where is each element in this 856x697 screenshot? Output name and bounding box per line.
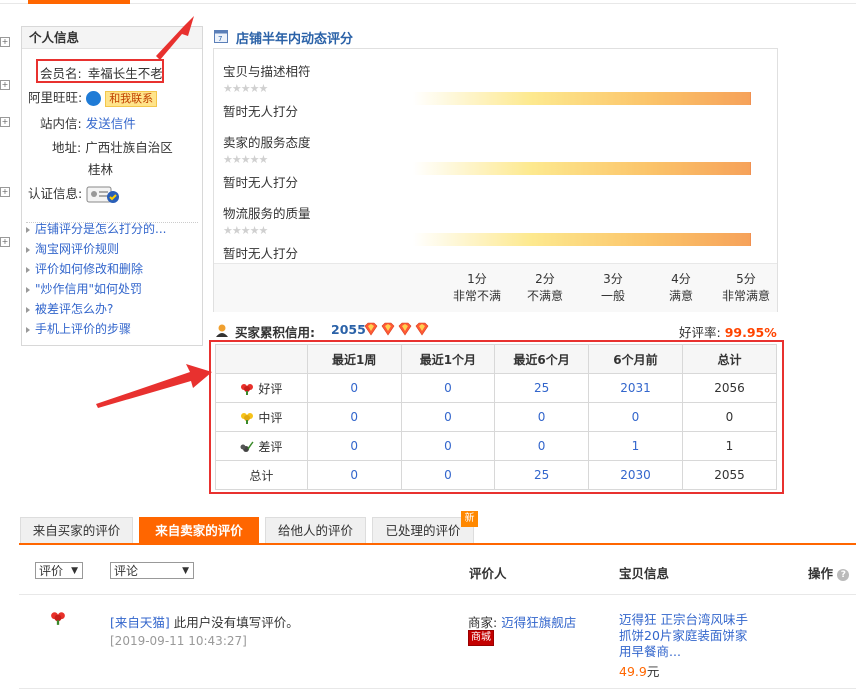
tab-given-to-others[interactable]: 给他人的评价 [265, 517, 366, 543]
tabs-underline [19, 543, 856, 545]
divider [19, 594, 856, 595]
help-icon[interactable]: ? [837, 568, 850, 581]
new-badge: 新 [461, 511, 478, 527]
dropdown-arrow-icon: ▼ [71, 566, 78, 576]
review-content: [来自天猫] 此用户没有填写评价。 [110, 612, 299, 631]
arrow-icon [156, 16, 194, 60]
item-price: 49.9元 [619, 664, 660, 679]
item-title-link[interactable]: 迈得狂 正宗台湾风味手抓饼20片家庭装面饼家用早餐商... [619, 612, 759, 660]
mall-badge: 商城 [468, 630, 494, 646]
tab-processed[interactable]: 已处理的评价 [372, 517, 474, 543]
red-flower-icon [51, 612, 65, 625]
dropdown-arrow-icon: ▼ [182, 566, 189, 576]
divider [19, 688, 856, 689]
seller-label: 商家: [468, 615, 498, 630]
review-text: 此用户没有填写评价。 [173, 615, 299, 630]
comment-filter-select[interactable]: 评论 ▼ [110, 562, 194, 579]
reviewer-column-header: 评价人 [469, 566, 507, 581]
action-column-header: 操作 ? [808, 563, 850, 582]
rating-filter-select[interactable]: 评价 ▼ [35, 562, 83, 579]
arrow-icon [96, 364, 212, 408]
item-column-header: 宝贝信息 [619, 566, 670, 581]
review-source-tag[interactable]: [来自天猫] [110, 615, 170, 630]
tab-from-buyers[interactable]: 来自买家的评价 [20, 517, 133, 543]
seller-info: 商家: 迈得狂旗舰店 [468, 612, 576, 631]
seller-name-link[interactable]: 迈得狂旗舰店 [501, 615, 576, 630]
annotation-arrows [96, 16, 212, 408]
review-date: [2019-09-11 10:43:27] [110, 634, 247, 648]
tab-from-sellers[interactable]: 来自卖家的评价 [139, 517, 259, 543]
